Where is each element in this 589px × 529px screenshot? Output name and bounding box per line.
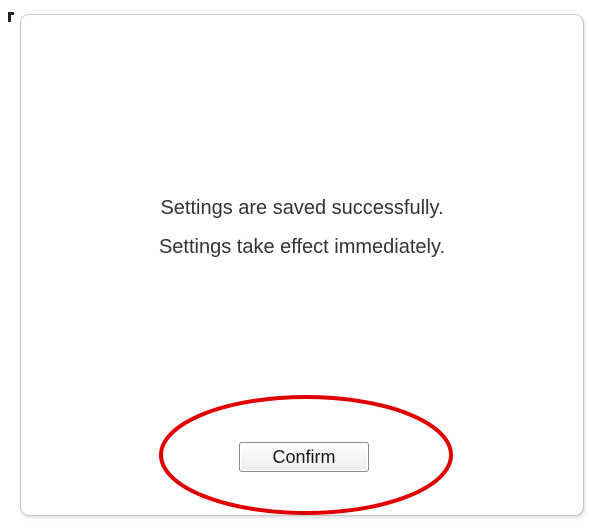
message-line-effect: Settings take effect immediately.	[158, 236, 446, 258]
message-line-saved: Settings are saved successfully.	[160, 197, 444, 219]
success-message: Settings are saved successfully. Setting…	[21, 189, 583, 267]
confirm-button[interactable]: Confirm	[239, 442, 369, 472]
page: Settings are saved successfully. Setting…	[0, 0, 589, 529]
corner-mark	[8, 12, 14, 22]
success-dialog: Settings are saved successfully. Setting…	[20, 14, 584, 516]
